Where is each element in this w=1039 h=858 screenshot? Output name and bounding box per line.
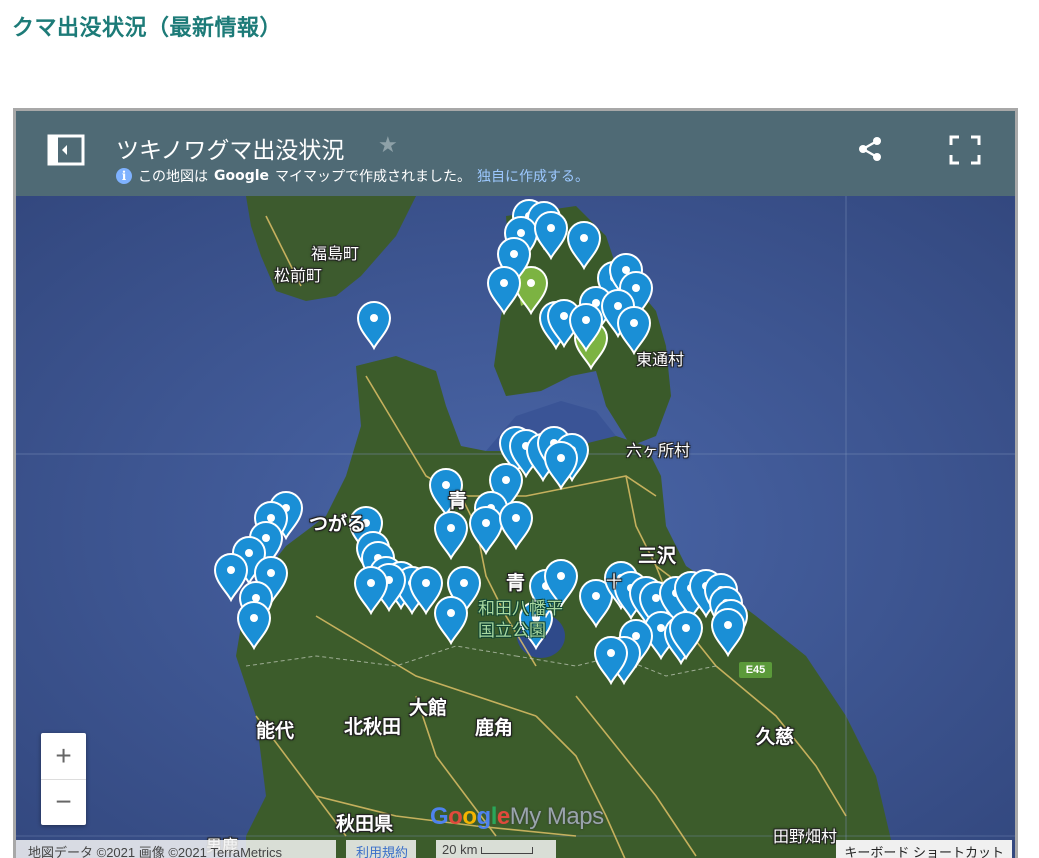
map-title: ツキノワグマ出没状況 xyxy=(116,138,345,164)
share-icon[interactable] xyxy=(856,135,884,163)
subtitle-text-post: マイマップで作成されました。 xyxy=(275,169,472,185)
bear-sighting-marker[interactable] xyxy=(710,608,746,658)
bear-sighting-marker[interactable] xyxy=(533,211,569,261)
subtitle-text-pre: この地図は xyxy=(138,169,208,185)
place-label: つがる xyxy=(309,513,367,535)
place-label: 十 xyxy=(606,572,623,591)
fullscreen-icon[interactable] xyxy=(949,135,981,165)
zoom-control: + − xyxy=(41,733,86,825)
place-label: 東通村 xyxy=(636,350,685,369)
star-icon[interactable]: ★ xyxy=(378,133,398,158)
bear-sighting-marker[interactable] xyxy=(433,596,469,646)
place-label: 大館 xyxy=(409,697,448,719)
map-attribution: 地図データ ©2021 画像 ©2021 TerraMetrics xyxy=(16,840,336,858)
subtitle-brand: Google xyxy=(214,168,270,184)
keyboard-shortcuts-button[interactable]: キーボード ショートカット xyxy=(836,840,1012,858)
zoom-in-button[interactable]: + xyxy=(41,733,86,780)
place-label: 国立公園 xyxy=(478,621,546,641)
place-label: 鹿角 xyxy=(475,717,514,739)
map-subtitle: i この地図は Google マイマップで作成されました。 独自に作成する。 xyxy=(116,166,589,186)
bear-sighting-marker[interactable] xyxy=(566,221,602,271)
place-label: 久慈 xyxy=(756,726,795,748)
place-label: 福島町 xyxy=(311,244,360,263)
scale-indicator: 20 km xyxy=(436,840,556,858)
zoom-out-button[interactable]: − xyxy=(41,779,86,825)
map-footer: 地図データ ©2021 画像 ©2021 TerraMetrics 利用規約 2… xyxy=(16,840,1015,858)
bear-sighting-marker[interactable] xyxy=(356,301,392,351)
bear-sighting-marker[interactable] xyxy=(353,566,389,616)
bear-sighting-marker[interactable] xyxy=(486,266,522,316)
place-label: 青 xyxy=(448,490,468,512)
sidebar-toggle-icon[interactable] xyxy=(46,133,86,167)
bear-sighting-marker[interactable] xyxy=(433,511,469,561)
marker-layer xyxy=(213,199,749,686)
map-canvas[interactable]: 福島町 松前町 東通村 六ヶ所村 つがる 青 青 十 和田八幡平 国立公園 三沢… xyxy=(16,196,1015,858)
place-label: 青 xyxy=(506,572,526,594)
bear-sighting-marker[interactable] xyxy=(236,601,272,651)
map-header: ツキノワグマ出没状況 ★ i この地図は Google マイマップで作成されまし… xyxy=(16,111,1015,196)
place-label: 三沢 xyxy=(638,545,677,567)
route-shield-e45: E45 xyxy=(739,662,772,678)
bear-sighting-marker[interactable] xyxy=(498,501,534,551)
place-label: 松前町 xyxy=(274,266,323,285)
place-label: 能代 xyxy=(256,720,295,742)
place-label: 北秋田 xyxy=(344,716,402,738)
bear-sighting-marker[interactable] xyxy=(468,506,504,556)
page-title: クマ出没状況（最新情報） xyxy=(12,16,283,41)
create-own-map-link[interactable]: 独自に作成する。 xyxy=(477,166,589,186)
place-label: 秋田県 xyxy=(336,813,394,835)
terms-link[interactable]: 利用規約 xyxy=(346,840,417,858)
google-my-maps-logo: GoogleMy Maps xyxy=(430,803,604,830)
place-label: 六ヶ所村 xyxy=(626,441,691,460)
embedded-map[interactable]: ツキノワグマ出没状況 ★ i この地図は Google マイマップで作成されまし… xyxy=(13,108,1018,858)
info-icon: i xyxy=(116,168,132,184)
